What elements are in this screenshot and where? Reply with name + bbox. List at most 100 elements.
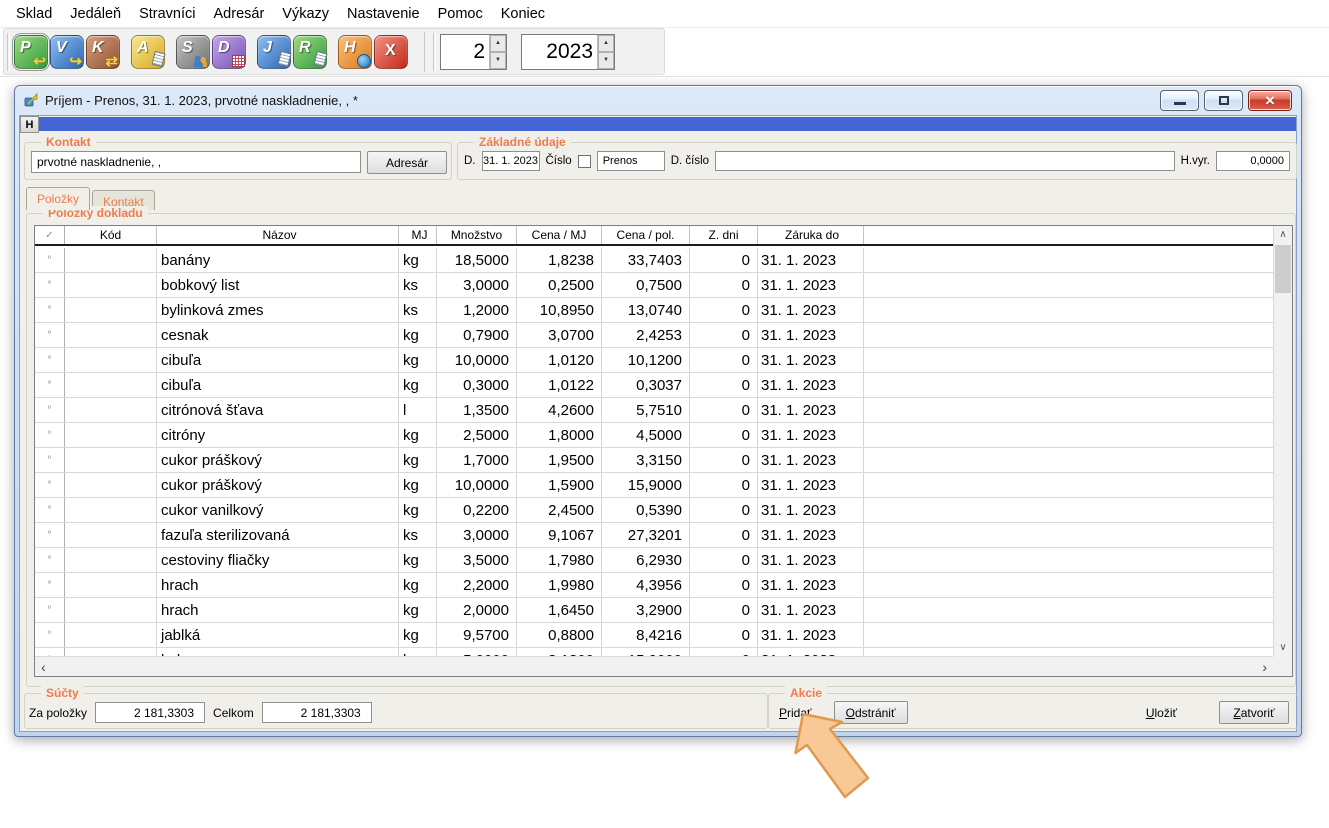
toolbar-button-k[interactable]: K ⇄: [86, 35, 120, 69]
menu-item-koniec[interactable]: Koniec: [493, 3, 553, 25]
vertical-scrollbar-thumb[interactable]: [1275, 245, 1291, 293]
minimize-button[interactable]: [1160, 90, 1199, 111]
table-row[interactable]: °cibuľakg10,00001,012010,1200031. 1. 202…: [35, 348, 1292, 373]
zakladne-udaje-group: Základné údaje D. 31. 1. 2023 Číslo Pren…: [457, 142, 1297, 180]
cell-naz: citrónová šťava: [157, 398, 399, 422]
cell-sel: °: [35, 523, 65, 547]
table-row[interactable]: °citrónykg2,50001,80004,5000031. 1. 2023: [35, 423, 1292, 448]
table-row[interactable]: °jablkákg9,57000,88008,4216031. 1. 2023: [35, 623, 1292, 648]
kontakt-input[interactable]: prvotné naskladnenie, ,: [31, 151, 361, 173]
table-row[interactable]: °bylinková zmesks1,200010,895013,0740031…: [35, 298, 1292, 323]
column-header-zaruka-do[interactable]: Záruka do: [758, 226, 864, 244]
cell-mj: kg: [399, 648, 437, 656]
toolbar-grip[interactable]: [433, 33, 436, 71]
menu-item-adresar[interactable]: Adresár: [206, 3, 273, 25]
vertical-scrollbar[interactable]: ∧ ∨: [1273, 226, 1292, 656]
column-header-mnozstvo[interactable]: Množstvo: [437, 226, 517, 244]
toolbar-button-a[interactable]: A: [131, 35, 165, 69]
cell-cpol: 33,7403: [602, 248, 690, 272]
toolbar-button-x[interactable]: X: [374, 35, 408, 69]
dcislo-input[interactable]: [715, 151, 1175, 171]
cell-mj: kg: [399, 348, 437, 372]
toolbar-button-r[interactable]: R: [293, 35, 327, 69]
ulozit-button[interactable]: Uložiť: [1146, 706, 1177, 720]
table-row[interactable]: °cesnakkg0,79003,07002,4253031. 1. 2023: [35, 323, 1292, 348]
horizontal-scrollbar[interactable]: ‹ ›: [35, 656, 1273, 676]
menu-item-sklad[interactable]: Sklad: [8, 3, 60, 25]
table-row[interactable]: °cukor vanilkovýkg0,22002,45000,5390031.…: [35, 498, 1292, 523]
toolbar-button-v[interactable]: V ↪: [50, 35, 84, 69]
scroll-down-icon[interactable]: ∨: [1274, 639, 1292, 656]
table-row[interactable]: °cukor práškovýkg1,70001,95003,3150031. …: [35, 448, 1292, 473]
column-header-mj[interactable]: MJ: [399, 226, 437, 244]
menu-item-pomoc[interactable]: Pomoc: [430, 3, 491, 25]
table-row[interactable]: °bobkový listks3,00000,25000,7500031. 1.…: [35, 273, 1292, 298]
column-header-cena-mj[interactable]: Cena / MJ: [517, 226, 602, 244]
close-button[interactable]: ×: [1248, 90, 1292, 111]
scroll-left-icon[interactable]: ‹: [41, 659, 46, 675]
menu-item-jedalen[interactable]: Jedáleň: [62, 3, 129, 25]
table-row[interactable]: °cestoviny fliačkykg3,50001,79806,293003…: [35, 548, 1292, 573]
toolbar-button-d[interactable]: D: [212, 35, 246, 69]
cell-zdni: 0: [690, 323, 758, 347]
ulozit-label: Uložiť: [1146, 706, 1177, 720]
cell-cmj: 1,9980: [517, 573, 602, 597]
cell-fill: [864, 648, 1292, 656]
table-row[interactable]: °citrónová šťaval1,35004,26005,7510031. …: [35, 398, 1292, 423]
table-row[interactable]: °hrachkg2,20001,99804,3956031. 1. 2023: [35, 573, 1292, 598]
year-value[interactable]: 2023: [522, 35, 597, 69]
toolbar: P ↩ V ↪ K ⇄ A S D: [3, 28, 665, 75]
scrollbar-corner: [1273, 656, 1292, 676]
toolbar-button-h[interactable]: H: [338, 35, 372, 69]
cell-cpol: 0,3037: [602, 373, 690, 397]
scroll-right-icon[interactable]: ›: [1262, 659, 1267, 675]
cell-sel: °: [35, 248, 65, 272]
table-row[interactable]: °hrachkg2,00001,64503,2900031. 1. 2023: [35, 598, 1292, 623]
date-input[interactable]: 31. 1. 2023: [482, 151, 540, 171]
table-row[interactable]: °cukor práškovýkg10,00001,590015,9000031…: [35, 473, 1292, 498]
adresar-button[interactable]: Adresár: [367, 151, 447, 174]
cell-mj: ks: [399, 298, 437, 322]
column-header-z-dni[interactable]: Z. dni: [690, 226, 758, 244]
h-tab-button[interactable]: H: [20, 116, 39, 133]
column-header-check[interactable]: ✓: [35, 226, 65, 244]
column-header-cena-pol[interactable]: Cena / pol.: [602, 226, 690, 244]
cell-fill: [864, 498, 1292, 522]
cell-naz: cesnak: [157, 323, 399, 347]
titlebar[interactable]: Príjem - Prenos, 31. 1. 2023, prvotné na…: [15, 86, 1301, 115]
menu-item-vykazy[interactable]: Výkazy: [274, 3, 337, 25]
month-value[interactable]: 2: [441, 35, 489, 69]
note-icon: [313, 50, 327, 66]
cell-kod: [65, 498, 157, 522]
hvyr-input[interactable]: 0,0000: [1216, 151, 1290, 171]
maximize-button[interactable]: [1204, 90, 1243, 111]
column-header-nazov[interactable]: Názov: [157, 226, 399, 244]
year-down-icon[interactable]: ▼: [598, 52, 614, 69]
toolbar-button-p[interactable]: P ↩: [14, 35, 48, 69]
cell-fill: [864, 248, 1292, 272]
table-row[interactable]: °fazuľa sterilizovanáks3,00009,106727,32…: [35, 523, 1292, 548]
table-row[interactable]: °kakaokg5,00003,180015,9000031. 1. 2023: [35, 648, 1292, 656]
toolbar-button-s[interactable]: S: [176, 35, 210, 69]
scroll-up-icon[interactable]: ∧: [1274, 226, 1292, 243]
menu-item-nastavenie[interactable]: Nastavenie: [339, 3, 428, 25]
cell-cpol: 3,3150: [602, 448, 690, 472]
table-row[interactable]: °banánykg18,50001,823833,7403031. 1. 202…: [35, 248, 1292, 273]
table-row[interactable]: °cibuľakg0,30001,01220,3037031. 1. 2023: [35, 373, 1292, 398]
cislo-checkbox[interactable]: [578, 155, 591, 168]
menu-item-stravnici[interactable]: Stravníci: [131, 3, 203, 25]
cell-sel: °: [35, 623, 65, 647]
double-arrow-icon: ⇄: [105, 52, 118, 70]
toolbar-grip[interactable]: [7, 33, 10, 71]
cell-zdni: 0: [690, 273, 758, 297]
year-up-icon[interactable]: ▲: [598, 35, 614, 52]
month-down-icon[interactable]: ▼: [490, 52, 506, 69]
typ-input[interactable]: Prenos: [597, 151, 665, 171]
zatvorit-button[interactable]: Zatvoriť: [1219, 701, 1289, 724]
cell-cpol: 5,7510: [602, 398, 690, 422]
tab-polozky[interactable]: Položky: [26, 187, 90, 210]
remote-circle-icon: [357, 54, 371, 68]
toolbar-button-j[interactable]: J: [257, 35, 291, 69]
column-header-kod[interactable]: Kód: [65, 226, 157, 244]
month-up-icon[interactable]: ▲: [490, 35, 506, 52]
